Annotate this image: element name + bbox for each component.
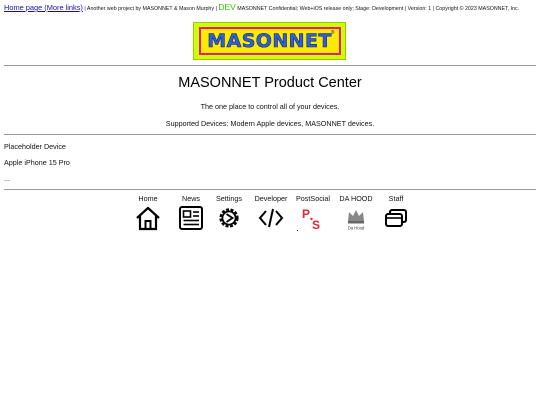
nav-item-developer[interactable]: Developer <box>251 194 291 231</box>
logo-text: MASONNET <box>207 30 332 53</box>
nav-item-news[interactable]: News <box>171 194 211 231</box>
release-notice: MASONNET Confidential; Web+iOS release o… <box>235 6 520 12</box>
nav-item-staff[interactable]: Staff <box>376 194 416 231</box>
supported-devices: Supported Devices: Modern Apple devices,… <box>165 119 375 128</box>
code-icon <box>258 208 284 228</box>
settings-gear-icon <box>219 208 239 228</box>
postsocial-logo-icon: P S <box>302 207 320 231</box>
page-title: MASONNET Product Center <box>178 75 362 91</box>
device-item-iphone[interactable]: Apple iPhone 15 Pro <box>4 158 70 167</box>
device-list-ellipsis: ... <box>4 174 10 183</box>
nav-label-staff: Staff <box>388 194 404 203</box>
news-icon <box>179 206 203 230</box>
dev-badge: DEV <box>218 2 236 12</box>
nav-label-news: News <box>182 194 200 203</box>
nav-label-developer: Developer <box>254 194 288 203</box>
home-page-link[interactable]: Home page (More links) <box>4 3 83 12</box>
dahood-logo-icon: Da Hood <box>348 210 365 231</box>
device-item-placeholder[interactable]: Placeholder Device <box>4 142 66 151</box>
nav-item-dahood[interactable]: DA HOOD Da Hood <box>336 194 376 231</box>
nav-label-dahood: DA HOOD <box>339 194 373 203</box>
nav-item-home[interactable]: Home <box>128 194 168 231</box>
tagline: The one place to control all of your dev… <box>200 102 340 111</box>
nav-label-home: Home <box>138 194 158 203</box>
dahood-caption: Da Hood <box>348 226 365 231</box>
logo-inner: MASONNET ® <box>198 27 341 55</box>
home-icon <box>136 206 160 231</box>
top-info-bar: Home page (More links) | Another web pro… <box>4 3 532 14</box>
nav-item-postsocial[interactable]: PostSocial P S <box>293 194 333 231</box>
project-credit: Another web project by MASONNET & Mason … <box>86 6 214 12</box>
masonnet-logo: MASONNET ® <box>193 22 346 60</box>
nav-item-settings[interactable]: Settings <box>209 194 249 231</box>
nav-label-postsocial: PostSocial <box>296 194 330 203</box>
postsocial-letter-p: P <box>302 207 310 221</box>
divider <box>4 189 536 190</box>
postsocial-letter-s: S <box>312 218 320 231</box>
cursor-dot <box>297 230 298 231</box>
staff-stack-icon <box>385 209 407 227</box>
nav-label-settings: Settings <box>216 194 242 203</box>
logo-registered-mark: ® <box>330 30 335 36</box>
divider <box>4 65 536 66</box>
divider <box>4 134 536 135</box>
